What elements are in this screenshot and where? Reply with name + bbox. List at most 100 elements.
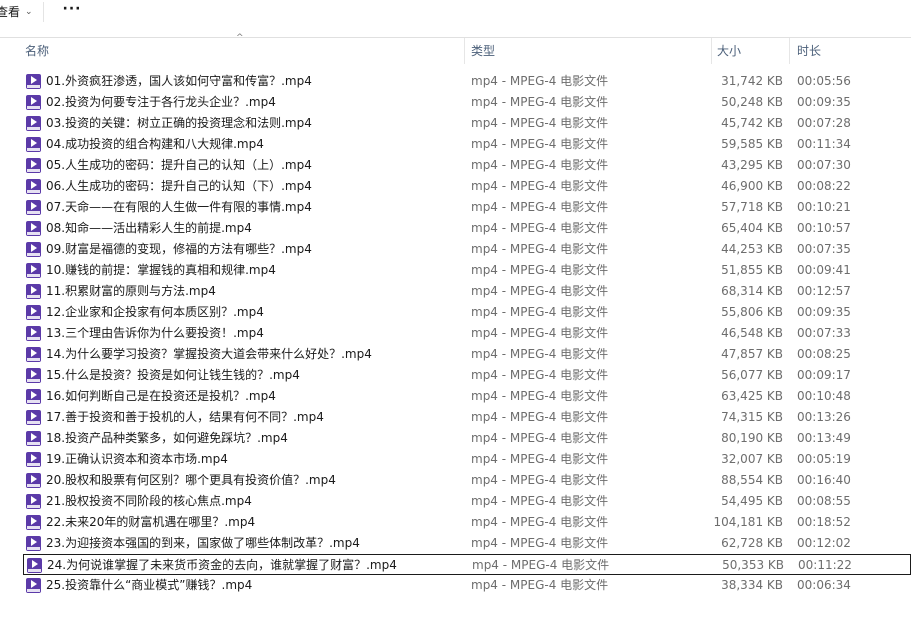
column-divider[interactable] xyxy=(789,38,790,64)
mp4-video-file-icon xyxy=(26,74,41,89)
file-row[interactable]: 10.赚钱的前提：掌握钱的真相和规律.mp4 mp4 - MPEG-4 电影文件 5… xyxy=(23,260,911,281)
file-name: 18.投资产品种类繁多，如何避免踩坑？.mp4 xyxy=(46,431,288,445)
file-size: 63,425 KB xyxy=(721,389,783,403)
file-type: mp4 - MPEG-4 电影文件 xyxy=(471,305,609,319)
mp4-video-file-icon xyxy=(26,578,41,593)
mp4-video-file-icon xyxy=(26,515,41,530)
column-divider[interactable] xyxy=(464,38,465,64)
file-row[interactable]: 04.成功投资的组合构建和八大规律.mp4 mp4 - MPEG-4 电影文件 59… xyxy=(23,134,911,155)
file-row[interactable]: 02.投资为何要专注于各行龙头企业？.mp4 mp4 - MPEG-4 电影文件 5… xyxy=(23,92,911,113)
file-duration: 00:07:33 xyxy=(797,326,851,340)
file-name: 01.外资疯狂渗透，国人该如何守富和传富？.mp4 xyxy=(46,74,312,88)
file-row[interactable]: 12.企业家和企投家有何本质区别？.mp4 mp4 - MPEG-4 电影文件 55… xyxy=(23,302,911,323)
mp4-video-file-icon xyxy=(26,473,41,488)
file-size: 57,718 KB xyxy=(721,200,783,214)
file-duration: 00:10:21 xyxy=(797,200,851,214)
file-name: 02.投资为何要专注于各行龙头企业？.mp4 xyxy=(46,95,276,109)
column-header-duration[interactable]: 时长 xyxy=(797,38,821,64)
file-size: 44,253 KB xyxy=(721,242,783,256)
file-row[interactable]: 14.为什么要学习投资？掌握投资大道会带来什么好处？.mp4 mp4 - MPEG… xyxy=(23,344,911,365)
column-divider[interactable] xyxy=(711,38,712,64)
file-row[interactable]: 25.投资靠什么“商业模式”赚钱？.mp4 mp4 - MPEG-4 电影文件 38… xyxy=(23,575,911,596)
file-size: 54,495 KB xyxy=(721,494,783,508)
file-row[interactable]: 17.善于投资和善于投机的人，结果有何不同？.mp4 mp4 - MPEG-4 电… xyxy=(23,407,911,428)
file-row[interactable]: 15.什么是投资？投资是如何让钱生钱的？.mp4 mp4 - MPEG-4 电影文… xyxy=(23,365,911,386)
file-size: 51,855 KB xyxy=(721,263,783,277)
file-row[interactable]: 01.外资疯狂渗透，国人该如何守富和传富？.mp4 mp4 - MPEG-4 电影… xyxy=(23,71,911,92)
mp4-video-file-icon xyxy=(26,284,41,299)
file-row[interactable]: 16.如何判断自己是在投资还是投机？.mp4 mp4 - MPEG-4 电影文件 6… xyxy=(23,386,911,407)
mp4-video-file-icon xyxy=(26,347,41,362)
file-type: mp4 - MPEG-4 电影文件 xyxy=(471,179,609,193)
file-size: 46,900 KB xyxy=(721,179,783,193)
mp4-video-file-icon xyxy=(26,305,41,320)
column-header-type[interactable]: 类型 xyxy=(471,38,495,64)
column-header-name[interactable]: 名称 xyxy=(25,38,49,64)
mp4-video-file-icon xyxy=(26,431,41,446)
file-row[interactable]: 20.股权和股票有何区别？哪个更具有投资价值？.mp4 mp4 - MPEG-4 … xyxy=(23,470,911,491)
file-size: 32,007 KB xyxy=(721,452,783,466)
file-row[interactable]: 13.三个理由告诉你为什么要投资！.mp4 mp4 - MPEG-4 电影文件 46… xyxy=(23,323,911,344)
file-type: mp4 - MPEG-4 电影文件 xyxy=(471,137,609,151)
column-header-size[interactable]: 大小 xyxy=(717,38,741,64)
file-name: 05.人生成功的密码：提升自己的认知（上）.mp4 xyxy=(46,158,312,172)
file-row[interactable]: 18.投资产品种类繁多，如何避免踩坑？.mp4 mp4 - MPEG-4 电影文件… xyxy=(23,428,911,449)
file-row[interactable]: 19.正确认识资本和资本市场.mp4 mp4 - MPEG-4 电影文件 32,00… xyxy=(23,449,911,470)
file-size: 46,548 KB xyxy=(721,326,783,340)
file-row[interactable]: 05.人生成功的密码：提升自己的认知（上）.mp4 mp4 - MPEG-4 电影… xyxy=(23,155,911,176)
mp4-video-file-icon xyxy=(26,137,41,152)
file-row[interactable]: 11.积累财富的原则与方法.mp4 mp4 - MPEG-4 电影文件 68,314… xyxy=(23,281,911,302)
file-type: mp4 - MPEG-4 电影文件 xyxy=(471,473,609,487)
view-menu-button[interactable]: 查看 ⌄ xyxy=(0,0,33,22)
file-type: mp4 - MPEG-4 电影文件 xyxy=(471,515,609,529)
file-type: mp4 - MPEG-4 电影文件 xyxy=(471,368,609,382)
file-name: 11.积累财富的原则与方法.mp4 xyxy=(46,284,216,298)
file-size: 88,554 KB xyxy=(721,473,783,487)
file-name: 25.投资靠什么“商业模式”赚钱？.mp4 xyxy=(46,578,253,592)
file-name: 04.成功投资的组合构建和八大规律.mp4 xyxy=(46,137,264,151)
file-duration: 00:13:26 xyxy=(797,410,851,424)
file-row[interactable]: 07.天命——在有限的人生做一件有限的事情.mp4 mp4 - MPEG-4 电影… xyxy=(23,197,911,218)
file-type: mp4 - MPEG-4 电影文件 xyxy=(471,578,609,592)
file-row[interactable]: 06.人生成功的密码：提升自己的认知（下）.mp4 mp4 - MPEG-4 电影… xyxy=(23,176,911,197)
file-row[interactable]: 08.知命——活出精彩人生的前提.mp4 mp4 - MPEG-4 电影文件 65,… xyxy=(23,218,911,239)
file-duration: 00:16:40 xyxy=(797,473,851,487)
file-size: 62,728 KB xyxy=(721,536,783,550)
file-duration: 00:12:02 xyxy=(797,536,851,550)
file-name: 19.正确认识资本和资本市场.mp4 xyxy=(46,452,228,466)
file-row[interactable]: 24.为何说谁掌握了未来货币资金的去向，谁就掌握了财富？.mp4 mp4 - MP… xyxy=(23,554,911,575)
file-duration: 00:07:28 xyxy=(797,116,851,130)
file-duration: 00:08:22 xyxy=(797,179,851,193)
file-size: 80,190 KB xyxy=(721,431,783,445)
file-row[interactable]: 22.未来20年的财富机遇在哪里？.mp4 mp4 - MPEG-4 电影文件 10… xyxy=(23,512,911,533)
mp4-video-file-icon xyxy=(26,221,41,236)
file-row[interactable]: 23.为迎接资本强国的到来，国家做了哪些体制改革？.mp4 mp4 - MPEG-… xyxy=(23,533,911,554)
file-duration: 00:09:41 xyxy=(797,263,851,277)
file-name: 21.股权投资不同阶段的核心焦点.mp4 xyxy=(46,494,252,508)
file-row[interactable]: 21.股权投资不同阶段的核心焦点.mp4 mp4 - MPEG-4 电影文件 54,… xyxy=(23,491,911,512)
mp4-video-file-icon xyxy=(26,242,41,257)
mp4-video-file-icon xyxy=(26,389,41,404)
file-row[interactable]: 03.投资的关键：树立正确的投资理念和法则.mp4 mp4 - MPEG-4 电影… xyxy=(23,113,911,134)
file-size: 68,314 KB xyxy=(721,284,783,298)
mp4-video-file-icon xyxy=(26,494,41,509)
file-name: 03.投资的关键：树立正确的投资理念和法则.mp4 xyxy=(46,116,312,130)
file-type: mp4 - MPEG-4 电影文件 xyxy=(471,242,609,256)
mp4-video-file-icon xyxy=(26,95,41,110)
file-type: mp4 - MPEG-4 电影文件 xyxy=(471,347,609,361)
mp4-video-file-icon xyxy=(26,158,41,173)
mp4-video-file-icon xyxy=(26,179,41,194)
file-duration: 00:05:19 xyxy=(797,452,851,466)
file-name: 22.未来20年的财富机遇在哪里？.mp4 xyxy=(46,515,256,529)
file-row[interactable]: 09.财富是福德的变现，修福的方法有哪些？.mp4 mp4 - MPEG-4 电影… xyxy=(23,239,911,260)
file-type: mp4 - MPEG-4 电影文件 xyxy=(471,116,609,130)
file-type: mp4 - MPEG-4 电影文件 xyxy=(471,494,609,508)
file-name: 08.知命——活出精彩人生的前提.mp4 xyxy=(46,221,252,235)
file-size: 65,404 KB xyxy=(721,221,783,235)
mp4-video-file-icon xyxy=(26,452,41,467)
file-size: 45,742 KB xyxy=(721,116,783,130)
file-type: mp4 - MPEG-4 电影文件 xyxy=(471,452,609,466)
file-duration: 00:18:52 xyxy=(797,515,851,529)
file-type: mp4 - MPEG-4 电影文件 xyxy=(471,158,609,172)
more-options-button[interactable]: ··· xyxy=(60,0,84,22)
